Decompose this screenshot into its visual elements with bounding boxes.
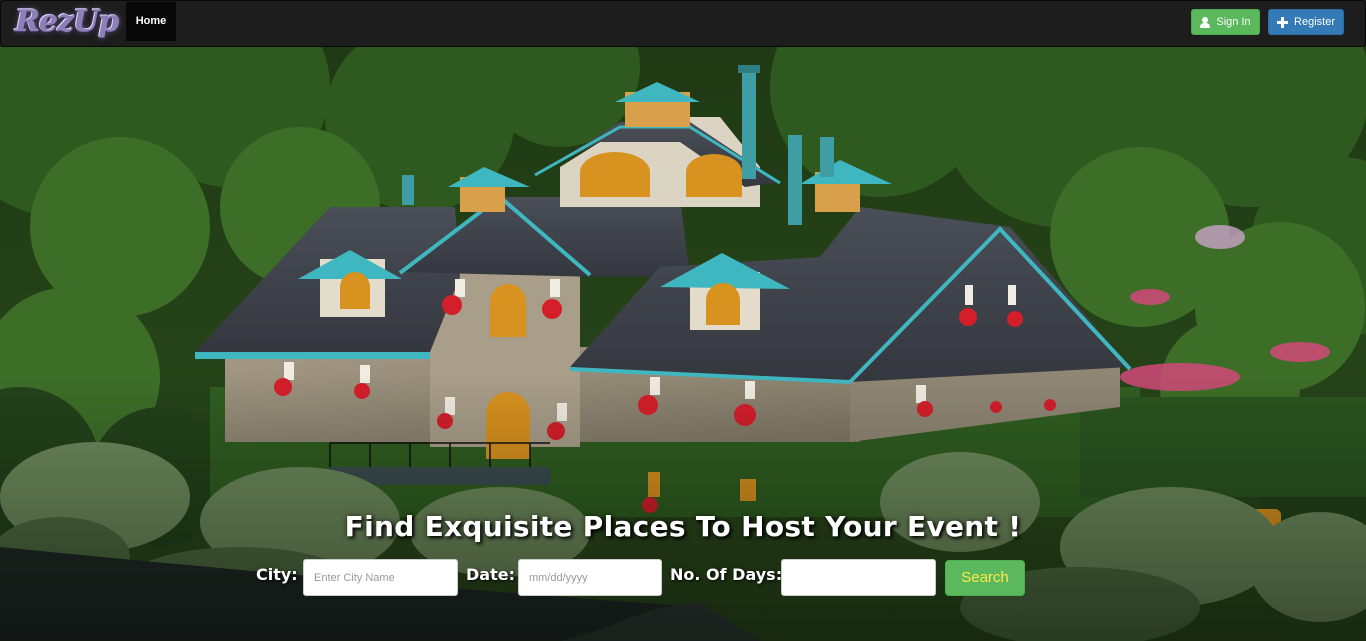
days-input[interactable] [781, 559, 936, 596]
hero-headline: Find Exquisite Places To Host Your Event… [344, 510, 1022, 543]
plus-icon [1277, 16, 1289, 28]
search-form: City: Date: No. Of Days: Search [0, 559, 1366, 599]
hero-background-image [0, 47, 1366, 641]
brand-logo[interactable]: RezUp [15, 3, 125, 43]
sign-in-button[interactable]: Sign In [1191, 9, 1260, 35]
hero-banner: Find Exquisite Places To Host Your Event… [0, 47, 1366, 641]
register-button[interactable]: Register [1268, 9, 1344, 35]
search-button[interactable]: Search [945, 560, 1025, 596]
days-label: No. Of Days: [670, 565, 783, 584]
city-input[interactable] [303, 559, 458, 596]
sign-in-label: Sign In [1216, 16, 1251, 28]
date-input[interactable] [518, 559, 662, 596]
top-navbar: RezUp Home Sign In Register [0, 0, 1366, 47]
nav-home-link[interactable]: Home [126, 2, 176, 41]
register-label: Register [1294, 16, 1335, 28]
date-label: Date: [466, 565, 515, 584]
city-label: City: [256, 565, 298, 584]
user-icon [1200, 16, 1211, 28]
